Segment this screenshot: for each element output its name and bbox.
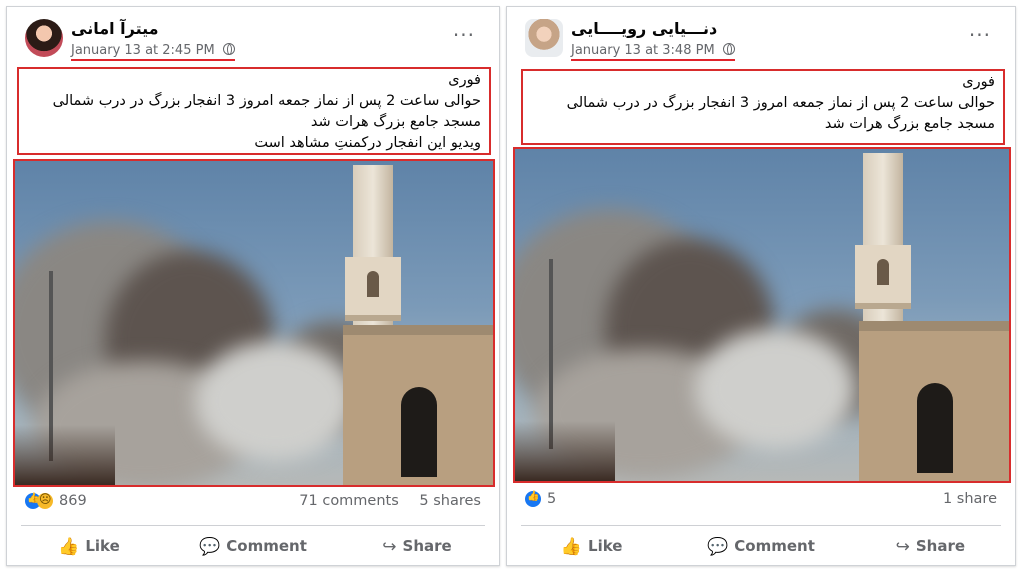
author-name[interactable]: میترآ امانی [71,19,159,38]
post-actions: 👍 Like 💬 Comment ↪ Share [507,533,1015,561]
sad-reaction-icon[interactable] [37,492,53,509]
smoke-cloud [195,341,355,461]
author-avatar[interactable] [525,19,563,57]
share-label: Share [915,537,966,555]
comment-button[interactable]: 💬 Comment [676,533,845,561]
share-icon: ↪ [895,537,910,557]
facebook-post-right: دنـــیایی رویــــایی January 13 at 3:48 … [506,6,1016,566]
minaret-arch [367,271,379,297]
comment-label: Comment [226,537,307,555]
mosque-wall [859,321,1009,481]
comment-icon: 💬 [199,537,221,557]
share-icon: ↪ [382,537,397,557]
post-text-line: حوالی ساعت 2 پس از نماز جمعه امروز 3 انف… [566,95,995,111]
more-options-icon[interactable]: ··· [453,23,475,47]
share-count[interactable]: 5 shares [419,493,481,509]
author-avatar[interactable] [25,19,63,57]
post-text-line: فوری [962,74,995,90]
post-text: فوری حوالی ساعت 2 پس از نماز جمعه امروز … [17,67,491,155]
like-label: Like [588,537,623,555]
like-button[interactable]: 👍 Like [507,533,676,561]
post-photo[interactable] [13,159,495,487]
thumbs-up-icon: 👍 [58,537,80,557]
post-stats: 5 1 share [525,491,997,515]
post-stats: 869 71 comments 5 shares [25,492,481,517]
stats-right: 1 share [927,491,997,507]
timestamp-text[interactable]: January 13 at 3:48 PM [571,43,715,58]
post-header: میترآ امانی January 13 at 2:45 PM ··· [21,17,485,61]
share-button[interactable]: ↪ Share [335,533,499,561]
post-timestamp[interactable]: January 13 at 2:45 PM [71,43,235,61]
comment-count[interactable]: 71 comments [299,493,399,509]
mosque-arch-door [917,383,953,473]
public-globe-icon [722,43,735,55]
more-options-icon[interactable]: ··· [969,23,991,47]
mosque-wall [343,325,493,485]
share-button[interactable]: ↪ Share [846,533,1015,561]
reaction-count[interactable]: 5 [547,491,556,507]
post-text-line: حوالی ساعت 2 پس از نماز جمعه امروز 3 انف… [52,93,481,109]
like-reaction-icon[interactable] [525,491,541,507]
like-button[interactable]: 👍 Like [7,533,171,561]
public-globe-icon [222,43,235,55]
timestamp-text[interactable]: January 13 at 2:45 PM [71,43,215,58]
post-text-line: مسجد جامع بزرگ هرات شد [310,114,481,130]
post-text: فوری حوالی ساعت 2 پس از نماز جمعه امروز … [521,69,1005,145]
author-name[interactable]: دنـــیایی رویــــایی [571,19,717,38]
minaret-balcony [345,257,401,321]
mosque-arch-door [401,387,437,477]
share-label: Share [402,537,452,555]
thumbs-up-icon: 👍 [560,537,583,557]
minaret-balcony [855,245,911,309]
comment-button[interactable]: 💬 Comment [171,533,335,561]
post-actions: 👍 Like 💬 Comment ↪ Share [7,533,499,561]
post-text-line: ویدیو این انفجار درکمنتِ مشاهد است [254,135,481,151]
divider [521,525,1001,526]
comment-label: Comment [734,537,815,555]
share-count[interactable]: 1 share [943,491,997,507]
stats-right: 71 comments 5 shares [283,493,481,509]
post-timestamp[interactable]: January 13 at 3:48 PM [571,43,735,61]
reaction-count[interactable]: 869 [59,493,87,509]
like-label: Like [85,537,120,555]
crowd [515,421,615,481]
divider [21,525,485,526]
crowd [15,425,115,485]
minaret-arch [877,259,889,285]
post-text-line: فوری [448,72,481,88]
facebook-post-left: میترآ امانی January 13 at 2:45 PM ··· فو… [6,6,500,566]
comment-icon: 💬 [707,537,729,557]
post-header: دنـــیایی رویــــایی January 13 at 3:48 … [521,17,1001,61]
post-text-line: مسجد جامع بزرگ هرات شد [824,116,995,132]
post-photo[interactable] [513,147,1011,483]
smoke-cloud [695,329,855,449]
